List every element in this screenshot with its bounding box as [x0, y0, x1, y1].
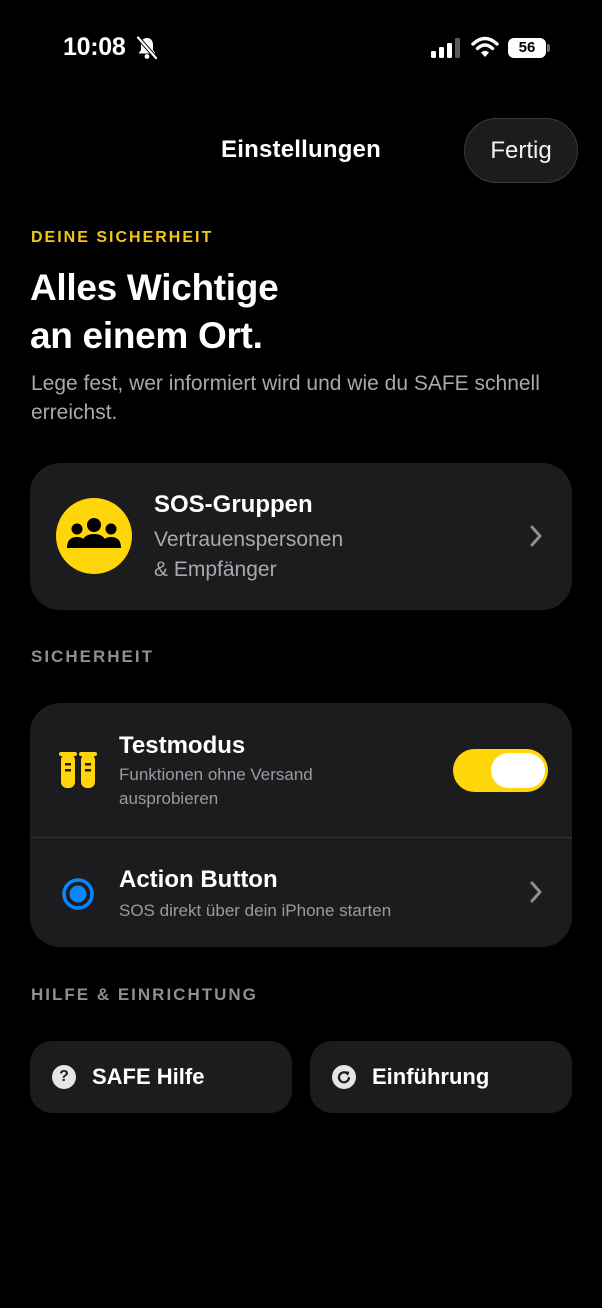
intro-button[interactable]: Einführung	[310, 1041, 572, 1113]
settings-screen: 10:08 56 Einstellungen Fertig DEINE SICH…	[0, 0, 602, 1308]
question-circle-icon: ?	[52, 1065, 76, 1089]
testmode-title: Testmodus	[119, 732, 246, 759]
battery-icon: 56	[508, 38, 546, 58]
status-bar: 10:08 56	[0, 0, 602, 96]
wifi-icon	[471, 36, 499, 63]
hero-eyebrow: DEINE SICHERHEIT	[31, 229, 214, 246]
battery-cap	[547, 44, 550, 52]
testmode-toggle[interactable]	[453, 749, 548, 792]
section-label-help: HILFE & EINRICHTUNG	[31, 985, 258, 1004]
action-button-row[interactable]: Action Button SOS direkt über dein iPhon…	[30, 838, 572, 947]
intro-label: Einführung	[372, 1064, 490, 1089]
testmode-row[interactable]: Testmodus Funktionen ohne Versand auspro…	[30, 703, 572, 837]
status-time: 10:08	[63, 33, 126, 61]
hero-title: Alles Wichtige an einem Ort.	[30, 264, 550, 360]
safe-help-label: SAFE Hilfe	[92, 1064, 205, 1089]
hero-title-line-1: Alles Wichtige	[30, 267, 279, 308]
cellular-signal-icon	[431, 38, 461, 63]
bell-slash-icon	[136, 36, 158, 65]
security-group: Testmodus Funktionen ohne Versand auspro…	[30, 703, 572, 947]
sos-groups-title: SOS-Gruppen	[154, 491, 313, 518]
testmode-subtitle-line-2: ausprobieren	[119, 789, 219, 808]
hero-subtitle: Lege fest, wer informiert wird und wie d…	[31, 372, 540, 424]
sos-groups-subtitle-line-2: & Empfänger	[154, 558, 277, 581]
replay-circle-icon	[332, 1065, 356, 1094]
testmode-subtitle: Funktionen ohne Versand ausprobieren	[119, 763, 419, 811]
testmode-subtitle-line-1: Funktionen ohne Versand	[119, 765, 313, 784]
sos-groups-card[interactable]: SOS-Gruppen Vertrauenspersonen & Empfäng…	[30, 463, 572, 610]
people-group-icon	[56, 498, 132, 574]
done-button[interactable]: Fertig	[464, 118, 578, 183]
action-button-icon	[61, 877, 95, 916]
chevron-right-icon	[529, 524, 543, 553]
hero-title-line-2: an einem Ort.	[30, 315, 263, 356]
action-button-subtitle: SOS direkt über dein iPhone starten	[119, 901, 392, 920]
sos-groups-subtitle: Vertrauenspersonen & Empfänger	[154, 525, 454, 585]
test-tubes-icon	[59, 751, 97, 796]
section-label-security: SICHERHEIT	[31, 647, 154, 666]
safe-help-button[interactable]: ? SAFE Hilfe	[30, 1041, 292, 1113]
sos-groups-subtitle-line-1: Vertrauenspersonen	[154, 528, 344, 551]
toggle-knob	[491, 753, 545, 788]
chevron-right-icon	[529, 880, 543, 909]
action-button-title: Action Button	[119, 866, 278, 893]
